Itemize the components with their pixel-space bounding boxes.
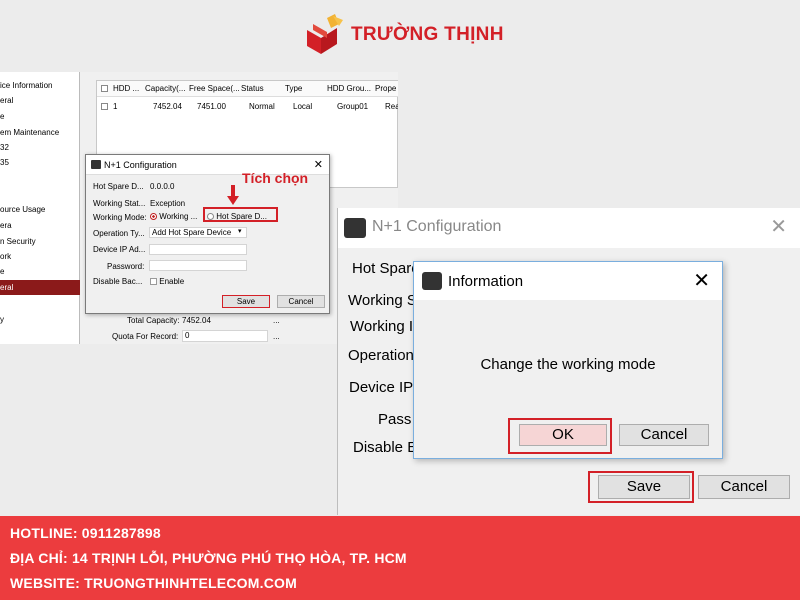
device-ip-label: Device IP [349, 379, 414, 396]
footer-banner: HOTLINE: 0911287898 ĐỊA CHỈ: 14 TRỊNH LỖ… [0, 516, 800, 600]
sidebar-item[interactable]: ource Usage [0, 202, 80, 217]
table-cell: Group01 [337, 102, 369, 111]
password-input[interactable] [149, 260, 247, 271]
working-status-label: Working S [348, 292, 417, 309]
dialog-titlebar: Information ✕ [414, 262, 722, 300]
password-label: Pass [378, 411, 412, 428]
highlight-save-button [588, 471, 694, 503]
column-header[interactable]: Free Space(... [189, 81, 239, 97]
operation-type-select[interactable]: Add Hot Spare Device [149, 227, 247, 238]
cancel-button[interactable]: Cancel [619, 424, 709, 446]
cancel-button[interactable]: Cancel [698, 475, 790, 499]
disable-backup-label: Disable E [353, 439, 418, 456]
highlight-hot-spare-radio [203, 207, 278, 222]
working-mode-label: Working I [350, 318, 414, 335]
website-text[interactable]: WEBSITE: TRUONGTHINHTELECOM.COM [10, 575, 297, 591]
column-header[interactable]: HDD Grou... [327, 81, 373, 97]
table-cell: Normal [249, 102, 275, 111]
dialog-title: N+1 Configuration [372, 218, 502, 235]
working-mode-radio[interactable]: Working ... [150, 212, 197, 221]
app-icon [422, 272, 442, 290]
hot-spare-label: Hot Spare [352, 260, 420, 277]
app-icon [91, 160, 101, 169]
sidebar-item[interactable]: ork [0, 249, 80, 264]
quota-unit: ... [273, 332, 280, 341]
quota-input[interactable]: 0 [182, 330, 268, 342]
sidebar-item[interactable]: e [0, 109, 80, 124]
total-capacity-unit: ... [273, 316, 280, 325]
total-capacity-label: Total Capacity: [127, 316, 180, 325]
sidebar-item[interactable]: era [0, 218, 80, 233]
enable-checkbox[interactable]: Enable [150, 277, 184, 286]
table-row[interactable]: 1 7452.04 7451.00 Normal Local Group01 R… [97, 99, 398, 115]
sidebar-item[interactable]: eral [0, 93, 80, 108]
device-ip-label: Device IP Ad... [93, 245, 146, 254]
column-header[interactable]: Prope [375, 81, 398, 97]
sidebar-item[interactable]: e [0, 264, 80, 279]
arrow-down-icon [227, 185, 239, 205]
radio-selected-icon[interactable] [150, 213, 157, 221]
operation-type-label: Operation Ty... [93, 229, 145, 238]
sidebar-item[interactable]: n Security [0, 234, 80, 249]
table-cell: Read/ [385, 102, 398, 111]
working-mode-label: Working Mode: [93, 213, 147, 222]
app-icon [344, 218, 366, 238]
table-cell: 7452.04 [153, 102, 182, 111]
hot-spare-label: Hot Spare D... [93, 182, 144, 191]
sidebar-item[interactable]: y [0, 312, 80, 327]
column-header[interactable]: Type [285, 81, 325, 97]
device-ip-input[interactable] [149, 244, 247, 255]
hdd-table-header: HDD ... Capacity(... Free Space(... Stat… [97, 81, 398, 97]
sidebar-item[interactable]: 35 [0, 155, 80, 170]
close-icon[interactable]: ✕ [314, 155, 323, 175]
sidebar-item-selected[interactable]: eral [0, 280, 80, 295]
hotline-text: HOTLINE: 0911287898 [10, 525, 161, 541]
address-text: ĐỊA CHỈ: 14 TRỊNH LỖI, PHƯỜNG PHÚ THỌ HÒ… [10, 550, 407, 566]
quota-label: Quota For Record: [112, 332, 179, 341]
table-cell: 1 [113, 102, 118, 111]
dialog-titlebar: N+1 Configuration ✕ [338, 208, 800, 248]
total-capacity-value: 7452.04 [182, 316, 211, 325]
cancel-button[interactable]: Cancel [277, 295, 325, 308]
dialog-title: N+1 Configuration [104, 160, 177, 170]
operation-type-label: Operation [348, 347, 414, 364]
row-checkbox[interactable] [101, 103, 108, 110]
chevron-down-icon[interactable]: ▾ [238, 227, 242, 235]
close-icon[interactable]: ✕ [770, 214, 787, 239]
brand-name: TRƯỜNG THỊNH [351, 24, 504, 45]
sidebar: ice Information eral e em Maintenance 32… [0, 72, 80, 344]
working-status-value: Exception [150, 199, 186, 208]
sidebar-item[interactable]: ice Information [0, 78, 80, 93]
working-status-label: Working Stat... [93, 199, 146, 208]
annotation-label: Tích chọn [242, 170, 309, 186]
dialog-message: Change the working mode [480, 356, 656, 373]
sidebar-item[interactable]: 32 [0, 140, 80, 155]
table-cell: 7451.00 [197, 102, 226, 111]
save-button[interactable]: Save [222, 295, 270, 308]
sidebar-item[interactable]: em Maintenance [0, 125, 80, 140]
disable-backup-label: Disable Bac... [93, 277, 143, 286]
highlight-ok-button [508, 418, 612, 454]
brand-logo: TRƯỜNG THỊNH [303, 10, 503, 60]
logo-mark-icon [307, 14, 343, 54]
checkbox-icon[interactable] [150, 278, 157, 286]
column-header[interactable]: Capacity(... [145, 81, 187, 97]
select-all-checkbox[interactable] [101, 85, 108, 92]
column-header[interactable]: Status [241, 81, 283, 97]
dialog-title: Information [448, 273, 524, 290]
close-icon[interactable]: ✕ [693, 268, 710, 293]
hot-spare-value: 0.0.0.0 [150, 182, 175, 191]
table-cell: Local [293, 102, 313, 111]
column-header[interactable]: HDD ... [113, 81, 143, 97]
password-label: Password: [107, 262, 145, 271]
